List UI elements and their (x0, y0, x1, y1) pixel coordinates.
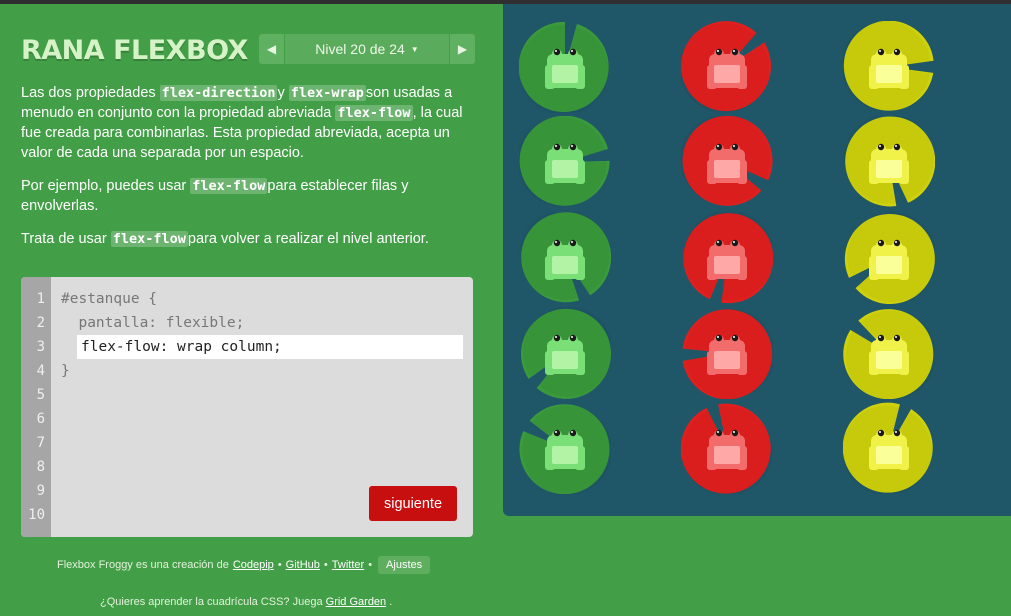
red-frog-on-lilypad (681, 402, 773, 494)
triangle-left-icon: ◀ (266, 42, 277, 56)
next-level-button[interactable]: ▶ (450, 34, 475, 64)
separator: • (323, 559, 328, 571)
green-frog-on-lilypad (519, 116, 611, 208)
caret-down-icon: ▼ (410, 44, 419, 54)
red-frog-on-lilypad (681, 21, 773, 113)
grid-garden-link[interactable]: Grid Garden (326, 596, 387, 608)
green-frog-on-lilypad (519, 307, 611, 399)
frog-icon (707, 239, 747, 280)
pond-board (503, 4, 1011, 516)
line-number: 10 (28, 507, 45, 523)
line-number: 1 (36, 291, 45, 307)
text: y (277, 85, 289, 101)
line-number: 9 (36, 483, 45, 499)
frog-icon (869, 48, 909, 89)
frog-icon (869, 429, 909, 470)
lilypad-icon (681, 21, 771, 112)
frog-icon (545, 143, 585, 184)
css-code-input[interactable] (77, 335, 463, 359)
frog-icon (545, 239, 585, 280)
lilypad-icon (681, 403, 771, 494)
grid-garden-promo: ¿Quieres aprender la cuadrícula CSS? Jue… (100, 596, 392, 608)
footer-credits: Flexbox Froggy es una creación de Codepi… (57, 556, 431, 574)
frog-icon (869, 334, 909, 375)
lilypad-icon (844, 214, 935, 304)
line-number: 3 (36, 339, 45, 355)
frog-icon (707, 143, 747, 184)
red-frog-on-lilypad (681, 212, 773, 304)
code-line-4: } (61, 363, 70, 379)
code-flex-wrap: flex-wrap (288, 85, 366, 101)
yellow-frog-on-lilypad (843, 21, 935, 113)
green-frog-on-lilypad (519, 212, 611, 304)
github-link[interactable]: GitHub (286, 559, 320, 571)
frog-icon (707, 334, 747, 375)
frog-icon (869, 239, 909, 280)
frog-icon (545, 48, 585, 89)
yellow-frog-on-lilypad (843, 116, 935, 208)
line-number: 4 (36, 363, 45, 379)
lilypad-icon (843, 21, 934, 111)
lilypad-icon (519, 116, 610, 206)
code-flex-flow: flex-flow (190, 178, 268, 194)
text: Las dos propiedades (21, 85, 160, 101)
code-flex-direction: flex-direction (159, 85, 278, 101)
yellow-frog-on-lilypad (843, 212, 935, 304)
separator: • (368, 559, 373, 571)
level-navigation: ◀ Nivel 20 de 24 ▼ ▶ (259, 34, 475, 64)
line-number: 6 (36, 411, 45, 427)
lilypad-icon (683, 213, 773, 304)
triangle-right-icon: ▶ (457, 42, 468, 56)
instruction-paragraph-2: Por ejemplo, puedes usar flex-flow para e… (21, 176, 476, 216)
text: Trata de usar (21, 231, 111, 247)
text: para volver a realizar el nivel anterior… (187, 231, 429, 247)
line-number-gutter: 1 2 3 4 5 6 7 8 9 10 (21, 277, 51, 537)
line-number: 7 (36, 435, 45, 451)
lilypad-icon (845, 116, 935, 207)
level-selector[interactable]: Nivel 20 de 24 ▼ (285, 34, 449, 64)
lilypad-icon (843, 402, 933, 493)
credit-text: Flexbox Froggy es una creación de (57, 559, 229, 571)
code-flex-flow: flex-flow (110, 231, 188, 247)
frog-icon (707, 48, 747, 89)
settings-button[interactable]: Ajustes (378, 556, 431, 574)
yellow-frog-on-lilypad (843, 307, 935, 399)
promo-suffix: . (389, 596, 393, 608)
lilypad-icon (682, 309, 773, 399)
line-number: 5 (36, 387, 45, 403)
frog-icon (707, 429, 747, 470)
frog-icon (869, 143, 909, 184)
lilypad-icon (521, 212, 611, 303)
lilypad-icon (843, 309, 934, 399)
css-editor: 1 2 3 4 5 6 7 8 9 10 #estanque { pantall… (21, 277, 473, 537)
codepip-link[interactable]: Codepip (233, 559, 274, 571)
lilypad-icon (682, 116, 773, 206)
game-title: RANA FLEXBOX (21, 35, 248, 66)
next-button[interactable]: siguiente (369, 486, 457, 521)
instruction-paragraph-3: Trata de usar flex-flow para volver a rea… (21, 229, 476, 249)
promo-text: ¿Quieres aprender la cuadrícula CSS? Jue… (100, 596, 323, 608)
instructions: Las dos propiedades flex-direction y flex… (21, 83, 476, 262)
previous-level-button[interactable]: ◀ (259, 34, 284, 64)
separator: • (277, 559, 282, 571)
lilypad-icon (519, 404, 610, 494)
lilypad-icon (519, 21, 609, 112)
code-line-2: pantalla: flexible; (61, 315, 245, 331)
line-number: 8 (36, 459, 45, 475)
instruction-paragraph-1: Las dos propiedades flex-direction y flex… (21, 83, 476, 163)
frog-icon (545, 334, 585, 375)
code-flex-flow: flex-flow (335, 105, 413, 121)
red-frog-on-lilypad (681, 307, 773, 399)
code-line-1: #estanque { (61, 291, 158, 307)
line-number: 2 (36, 315, 45, 331)
level-label: Nivel 20 de 24 (315, 41, 405, 57)
green-frog-on-lilypad (519, 402, 611, 494)
yellow-frog-on-lilypad (843, 402, 935, 494)
text: Por ejemplo, puedes usar (21, 178, 191, 194)
red-frog-on-lilypad (681, 116, 773, 208)
green-frog-on-lilypad (519, 21, 611, 113)
lilypad-icon (521, 308, 611, 399)
twitter-link[interactable]: Twitter (332, 559, 364, 571)
frog-icon (545, 429, 585, 470)
